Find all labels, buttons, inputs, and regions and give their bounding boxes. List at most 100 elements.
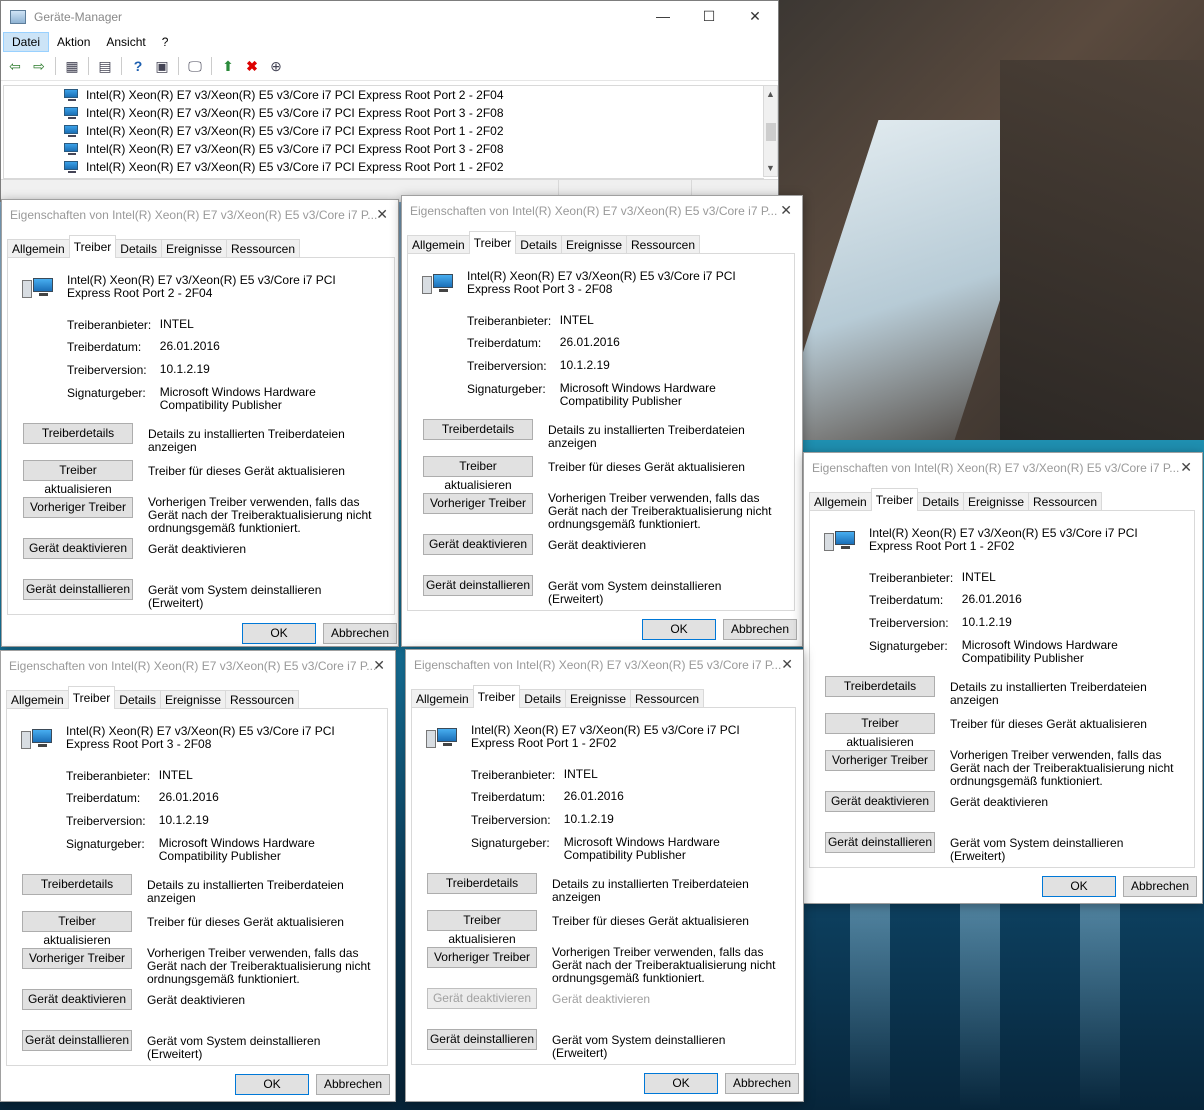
forward-icon[interactable]: ⇨ (29, 56, 49, 76)
rollback-driver-button[interactable]: Vorheriger Treiber (427, 947, 537, 968)
update-driver-button[interactable]: Treiber aktualisieren (825, 713, 935, 749)
tab-events[interactable]: Ereignisse (560, 235, 627, 254)
back-icon[interactable]: ⇦ (5, 56, 25, 76)
update-driver-button[interactable]: Treiber aktualisieren (427, 910, 537, 946)
uninstall-icon[interactable]: ✖ (242, 56, 262, 76)
device-tree[interactable]: Intel(R) Xeon(R) E7 v3/Xeon(R) E5 v3/Cor… (3, 85, 764, 179)
cancel-button[interactable]: Abbrechen (725, 1073, 799, 1094)
disable-device-button[interactable]: Gerät deaktivieren (23, 538, 133, 559)
tab-resources[interactable]: Ressourcen (225, 690, 300, 709)
disable-device-button[interactable]: Gerät deaktivieren (423, 534, 533, 555)
tab-details[interactable]: Details (114, 690, 161, 709)
driver-details-button[interactable]: Treiberdetails (22, 874, 132, 895)
download-icon[interactable]: ⊕ (266, 56, 286, 76)
vertical-scrollbar[interactable]: ▲ ▼ (763, 85, 778, 177)
disable-device-button[interactable]: Gerät deaktivieren (825, 791, 935, 812)
tab-driver[interactable]: Treiber (468, 231, 517, 254)
menu-view[interactable]: Ansicht (98, 32, 153, 52)
date-row: Treiberdatum: 26.01.2016 (869, 592, 1022, 608)
ok-button[interactable]: OK (242, 623, 316, 644)
cancel-button[interactable]: Abbrechen (1123, 876, 1197, 897)
update-driver-button[interactable]: Treiber aktualisieren (423, 456, 533, 492)
driver-details-button[interactable]: Treiberdetails (427, 873, 537, 894)
tab-general[interactable]: Allgemein (411, 689, 474, 708)
update-driver-icon[interactable]: ⬆ (218, 56, 238, 76)
tree-item[interactable]: Intel(R) Xeon(R) E7 v3/Xeon(R) E5 v3/Cor… (4, 86, 764, 104)
tab-details[interactable]: Details (917, 492, 964, 511)
tab-events[interactable]: Ereignisse (962, 492, 1029, 511)
tab-details[interactable]: Details (115, 239, 162, 258)
driver-details-button[interactable]: Treiberdetails (825, 676, 935, 697)
tab-resources[interactable]: Ressourcen (226, 239, 301, 258)
tab-general[interactable]: Allgemein (6, 690, 69, 709)
rollback-driver-button[interactable]: Vorheriger Treiber (23, 497, 133, 518)
tab-resources[interactable]: Ressourcen (630, 689, 705, 708)
cancel-button[interactable]: Abbrechen (323, 623, 397, 644)
minimize-button[interactable]: — (640, 1, 686, 31)
update-driver-button[interactable]: Treiber aktualisieren (23, 460, 133, 496)
close-button[interactable]: ✕ (732, 1, 778, 31)
monitor-icon[interactable]: 🖵 (185, 56, 205, 76)
driver-details-button[interactable]: Treiberdetails (23, 423, 133, 444)
dialog-title[interactable]: Eigenschaften von Intel(R) Xeon(R) E7 v3… (406, 650, 803, 680)
rollback-driver-button[interactable]: Vorheriger Treiber (22, 948, 132, 969)
tree-item[interactable]: Intel(R) Xeon(R) E7 v3/Xeon(R) E5 v3/Cor… (4, 104, 764, 122)
ok-button[interactable]: OK (1042, 876, 1116, 897)
scroll-down-icon[interactable]: ▼ (764, 160, 777, 176)
uninstall-device-button[interactable]: Gerät deinstallieren (22, 1030, 132, 1051)
tab-events[interactable]: Ereignisse (160, 239, 227, 258)
rollback-driver-button[interactable]: Vorheriger Treiber (423, 493, 533, 514)
grid-icon[interactable]: ▤ (95, 56, 115, 76)
tab-events[interactable]: Ereignisse (159, 690, 226, 709)
view-icon[interactable]: ▣ (152, 56, 172, 76)
help-icon[interactable]: ? (128, 56, 148, 76)
properties-icon[interactable]: ▦ (62, 56, 82, 76)
close-icon[interactable]: ✕ (780, 202, 792, 219)
driver-panel: Intel(R) Xeon(R) E7 v3/Xeon(R) E5 v3/Cor… (809, 510, 1195, 868)
dialog-title[interactable]: Eigenschaften von Intel(R) Xeon(R) E7 v3… (2, 200, 398, 230)
close-icon[interactable]: ✕ (373, 657, 385, 674)
cancel-button[interactable]: Abbrechen (316, 1074, 390, 1095)
rollback-driver-button[interactable]: Vorheriger Treiber (825, 750, 935, 771)
uninstall-device-button[interactable]: Gerät deinstallieren (825, 832, 935, 853)
tab-details[interactable]: Details (519, 689, 566, 708)
tree-item[interactable]: Intel(R) Xeon(R) E7 v3/Xeon(R) E5 v3/Cor… (4, 158, 764, 176)
tab-details[interactable]: Details (515, 235, 562, 254)
menu-help[interactable]: ? (154, 32, 177, 52)
ok-button[interactable]: OK (235, 1074, 309, 1095)
scroll-up-icon[interactable]: ▲ (764, 86, 777, 102)
cancel-button[interactable]: Abbrechen (723, 619, 797, 640)
tab-driver[interactable]: Treiber (68, 235, 117, 258)
tab-general[interactable]: Allgemein (7, 239, 70, 258)
maximize-button[interactable]: ☐ (686, 1, 732, 31)
tab-driver[interactable]: Treiber (472, 685, 521, 708)
disable-device-button[interactable]: Gerät deaktivieren (22, 989, 132, 1010)
scroll-thumb[interactable] (766, 123, 776, 141)
tree-item[interactable]: Intel(R) Xeon(R) E7 v3/Xeon(R) E5 v3/Cor… (4, 122, 764, 140)
device-name: Intel(R) Xeon(R) E7 v3/Xeon(R) E5 v3/Cor… (66, 724, 335, 751)
tab-general[interactable]: Allgemein (809, 492, 872, 511)
driver-details-button[interactable]: Treiberdetails (423, 419, 533, 440)
close-icon[interactable]: ✕ (781, 656, 793, 673)
dialog-title[interactable]: Eigenschaften von Intel(R) Xeon(R) E7 v3… (804, 453, 1202, 483)
tab-resources[interactable]: Ressourcen (1028, 492, 1103, 511)
close-icon[interactable]: ✕ (1180, 459, 1192, 476)
title-bar[interactable]: Geräte-Manager — ☐ ✕ (1, 1, 778, 32)
uninstall-device-button[interactable]: Gerät deinstallieren (23, 579, 133, 600)
dialog-title[interactable]: Eigenschaften von Intel(R) Xeon(R) E7 v3… (1, 651, 395, 681)
tab-driver[interactable]: Treiber (67, 686, 116, 709)
tree-item[interactable]: Intel(R) Xeon(R) E7 v3/Xeon(R) E5 v3/Cor… (4, 140, 764, 158)
close-icon[interactable]: ✕ (376, 206, 388, 223)
tab-resources[interactable]: Ressourcen (626, 235, 701, 254)
dialog-title[interactable]: Eigenschaften von Intel(R) Xeon(R) E7 v3… (402, 196, 802, 226)
menu-action[interactable]: Aktion (49, 32, 98, 52)
update-driver-button[interactable]: Treiber aktualisieren (22, 911, 132, 947)
ok-button[interactable]: OK (644, 1073, 718, 1094)
uninstall-device-button[interactable]: Gerät deinstallieren (427, 1029, 537, 1050)
tab-general[interactable]: Allgemein (407, 235, 470, 254)
ok-button[interactable]: OK (642, 619, 716, 640)
tab-events[interactable]: Ereignisse (564, 689, 631, 708)
uninstall-device-button[interactable]: Gerät deinstallieren (423, 575, 533, 596)
menu-file[interactable]: Datei (3, 32, 50, 52)
tab-driver[interactable]: Treiber (870, 488, 919, 511)
